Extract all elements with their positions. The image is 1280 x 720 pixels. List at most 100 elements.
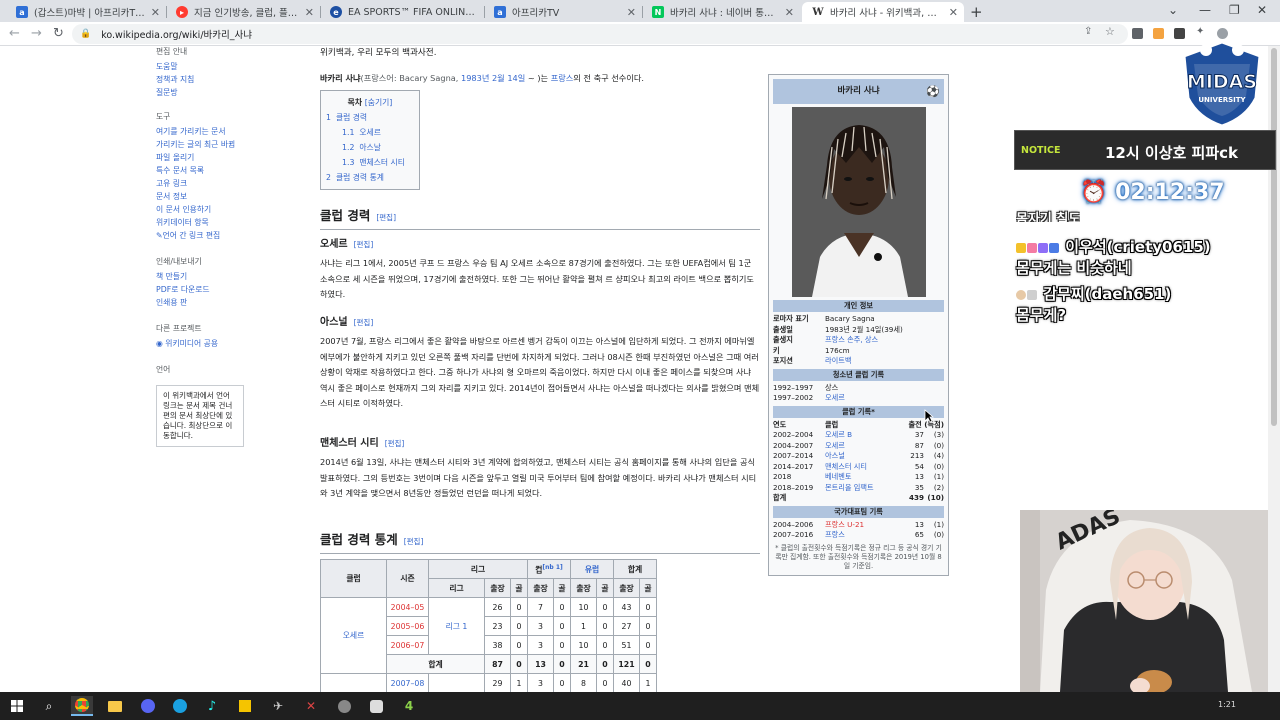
sidebar-link[interactable]: 고유 링크 — [156, 177, 256, 190]
edit-section-link[interactable]: [편집] — [376, 213, 396, 222]
reload-button[interactable]: ↻ — [53, 26, 64, 41]
sticky-notes-icon[interactable] — [234, 696, 256, 716]
browser-tab[interactable]: N 바카리 사냐 : 네이버 통합검색 ✕ — [642, 2, 800, 22]
chat-username[interactable]: 감무찌(daeh651) — [1043, 285, 1171, 303]
table-header: 시즌 — [386, 559, 429, 598]
toc-item[interactable]: 1.3 맨체스터 시티 — [326, 155, 414, 170]
season-link[interactable]: 2007–08 — [386, 673, 429, 692]
scrollbar-thumb[interactable] — [1271, 48, 1277, 426]
browser-tab[interactable]: a 아프리카TV ✕ — [484, 2, 642, 22]
footnote-link[interactable]: [nb 1] — [542, 564, 562, 571]
sidebar-link[interactable]: 위키데이터 항목 — [156, 216, 256, 229]
country-link[interactable]: 프랑스 — [551, 73, 574, 83]
infobox-row: 출생일 1983년 2월 14일(39세) — [773, 324, 903, 334]
table-of-contents: 목차 [숨기기] 1 클럽 경력 1.1 오세르 1.2 아스날 1.3 맨체스… — [320, 90, 420, 190]
bookmark-star-icon[interactable]: ☆ — [1105, 25, 1116, 38]
subsection-heading: 오세르 [편집] — [320, 239, 374, 250]
table-header[interactable]: 유럽 — [570, 559, 614, 579]
sidebar-link[interactable]: 이 문서 인용하기 — [156, 203, 256, 216]
sidebar-link[interactable]: 인쇄용 판 — [156, 296, 256, 309]
infobox-section-heading: 클럽 기록* — [773, 405, 944, 418]
league-link[interactable]: 리그 1 — [428, 597, 485, 655]
season-link[interactable]: 2004–05 — [386, 597, 429, 617]
season-link[interactable]: 2006–07 — [386, 635, 429, 655]
file-explorer-icon[interactable] — [104, 696, 126, 716]
supporter-badge-icon — [1038, 242, 1048, 253]
app-icon[interactable]: ✕ — [300, 696, 322, 716]
close-tab-icon[interactable]: ✕ — [627, 6, 636, 19]
season-link[interactable]: 2005–06 — [386, 616, 429, 636]
club-link[interactable]: 오세르 — [320, 597, 387, 674]
obs-icon[interactable] — [333, 696, 355, 716]
tab-search-icon[interactable]: ⌄ — [1168, 3, 1178, 17]
stream-timer: ⏰ 02:12:37 — [1080, 180, 1225, 205]
infobox-row: 1997–2002 오세르 — [773, 393, 845, 402]
sidebar-link[interactable]: 특수 문서 목록 — [156, 164, 256, 177]
app-icon[interactable]: 4 — [398, 696, 420, 716]
subsection-heading: 맨체스터 시티 [편집] — [320, 438, 405, 449]
player-photo[interactable] — [791, 107, 926, 297]
sidebar-link[interactable]: 책 만들기 — [156, 270, 256, 283]
new-tab-button[interactable]: + — [970, 3, 983, 21]
taskbar-clock[interactable]: 1:21 — [1218, 700, 1236, 709]
browser-tab[interactable]: ▸ 지금 인기방송, 클럽, 플레이 ✕ — [166, 2, 320, 22]
chat-username[interactable]: 이우석(criety0615) — [1065, 238, 1210, 256]
sidebar-link[interactable]: 정책과 지침 — [156, 73, 256, 86]
sidebar-link[interactable]: 도움말 — [156, 60, 256, 73]
sidebar-link-edit-interlanguage[interactable]: ✎언어 간 링크 편집 — [156, 229, 256, 242]
sidebar-heading: 인쇄/내보내기 — [156, 257, 202, 266]
browser-tab-active[interactable]: W 바카리 사냐 - 위키백과, 우리 모두의 백과사전 ✕ — [802, 2, 964, 22]
app-icon[interactable] — [365, 696, 387, 716]
chrome-taskbar-icon[interactable] — [71, 696, 93, 716]
sidebar-link[interactable]: 가리키는 글의 최근 바뀜 — [156, 138, 256, 151]
sidebar-link[interactable]: 질문방 — [156, 86, 256, 99]
toc-item[interactable]: 1.2 아스날 — [326, 140, 414, 155]
toc-item[interactable]: 1 클럽 경력 — [326, 110, 414, 125]
edit-section-link[interactable]: [편집] — [385, 439, 405, 448]
tiktok-icon[interactable]: ♪ — [201, 696, 223, 716]
sidebar-link-commons[interactable]: ◉ 위키미디어 공용 — [156, 337, 256, 350]
edge-icon[interactable] — [169, 696, 191, 716]
birth-date-link[interactable]: 1983년 2월 14일 — [461, 73, 525, 83]
svg-text:UNIVERSITY: UNIVERSITY — [1198, 96, 1246, 104]
restore-button[interactable]: ❐ — [1229, 3, 1240, 17]
search-icon[interactable]: ⌕ — [38, 696, 60, 716]
back-button[interactable]: ← — [9, 26, 20, 41]
app-icon[interactable]: ✈ — [267, 696, 289, 716]
language-note-box: 이 위키백과에서 언어 링크는 문서 제목 건너편의 문서 최상단에 있습니다.… — [156, 385, 244, 447]
toc-item[interactable]: 2 클럽 경력 통계 — [326, 170, 414, 185]
toc-hide-toggle[interactable]: [숨기기] — [365, 98, 393, 107]
sidebar-link[interactable]: PDF로 다운로드 — [156, 283, 256, 296]
infobox-row: 로마자 표기 Bacary Sagna — [773, 314, 875, 323]
share-icon[interactable]: ⇪ — [1084, 26, 1095, 37]
ea-sports-favicon-icon: e — [330, 6, 342, 18]
minimize-button[interactable]: — — [1199, 3, 1211, 17]
close-tab-icon[interactable]: ✕ — [305, 6, 314, 19]
discord-icon[interactable] — [137, 696, 159, 716]
close-window-button[interactable]: ✕ — [1257, 3, 1267, 17]
sidebar-link[interactable]: 파일 올리기 — [156, 151, 256, 164]
close-tab-icon[interactable]: ✕ — [151, 6, 160, 19]
subscriber-badge-icon — [1027, 242, 1037, 253]
sidebar-link[interactable]: 문서 정보 — [156, 190, 256, 203]
table-header: 합계 — [613, 559, 657, 579]
edit-section-link[interactable]: [편집] — [354, 318, 374, 327]
close-tab-icon[interactable]: ✕ — [949, 6, 958, 19]
windows-start-icon[interactable] — [6, 696, 28, 716]
forward-button[interactable]: → — [31, 26, 42, 41]
infobox-row: 포지션 라이트백 — [773, 356, 852, 365]
close-tab-icon[interactable]: ✕ — [785, 6, 794, 19]
edit-section-link[interactable]: [편집] — [354, 240, 374, 249]
extension-icon[interactable] — [1132, 28, 1143, 39]
address-bar[interactable]: 🔒 ko.wikipedia.org/wiki/바카리_사냐 — [72, 24, 1128, 44]
lock-icon: 🔒 — [80, 29, 92, 39]
browser-tab[interactable]: e EA SPORTS™ FIFA ONLINE 4 — [320, 2, 484, 22]
toc-item[interactable]: 1.1 오세르 — [326, 125, 414, 140]
sidebar-link[interactable]: 여기를 가리키는 문서 — [156, 125, 256, 138]
edit-section-link[interactable]: [편집] — [404, 537, 424, 546]
notice-text: 12시 이상호 피파ck — [1105, 144, 1238, 162]
infobox-row: 키 176cm — [773, 345, 850, 355]
extension-icon[interactable] — [1153, 28, 1164, 39]
infobox-section-heading: 국가대표팀 기록 — [773, 505, 944, 518]
browser-tab[interactable]: a (갑스트)마뱍 | 아프리카TV 플레이어 ✕ — [6, 2, 166, 22]
